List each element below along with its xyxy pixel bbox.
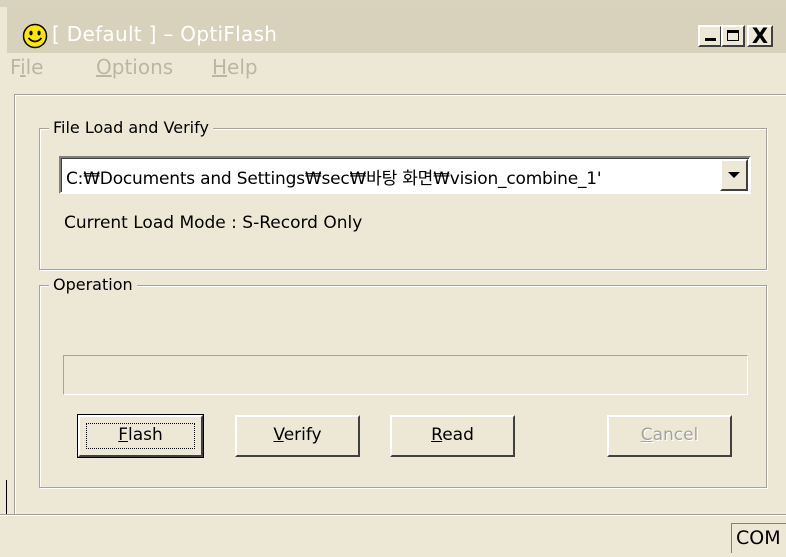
read-label-rest: ead bbox=[442, 425, 474, 445]
menu-options[interactable]: Options bbox=[96, 55, 173, 79]
file-path-combobox[interactable]: C:₩Documents and Settings₩sec₩바탕 화면₩visi… bbox=[59, 156, 751, 194]
chevron-down-icon bbox=[728, 172, 740, 178]
cancel-button[interactable]: Cancel bbox=[607, 415, 732, 457]
close-button[interactable]: X bbox=[747, 24, 773, 48]
operation-label: Operation bbox=[49, 274, 137, 296]
minimize-icon bbox=[705, 38, 716, 41]
screen-top-strip bbox=[0, 0, 786, 7]
menu-help-mnemonic: H bbox=[212, 55, 228, 79]
left-edge-shadow bbox=[6, 480, 7, 514]
menu-help-rest: elp bbox=[227, 55, 258, 79]
menu-options-mnemonic: O bbox=[96, 55, 112, 79]
read-mnemonic: R bbox=[431, 425, 443, 445]
combobox-dropdown-button[interactable] bbox=[720, 159, 748, 191]
verify-mnemonic: V bbox=[273, 425, 284, 445]
read-button[interactable]: Read bbox=[390, 415, 515, 457]
title-bar[interactable]: [ Default ] – OptiFlash X bbox=[7, 7, 786, 53]
status-separator-highlight bbox=[0, 515, 786, 516]
focus-rect bbox=[86, 423, 195, 449]
file-load-verify-label: File Load and Verify bbox=[49, 117, 213, 139]
file-path-value: C:₩Documents and Settings₩sec₩바탕 화면₩visi… bbox=[66, 169, 602, 189]
cancel-label-rest: ancel bbox=[652, 425, 699, 445]
maximize-icon bbox=[727, 30, 739, 41]
maximize-button[interactable] bbox=[721, 25, 745, 47]
progress-bar bbox=[63, 355, 748, 395]
status-bar: COM bbox=[0, 514, 786, 557]
load-mode-text: Current Load Mode : S-Record Only bbox=[64, 213, 363, 233]
window-title: [ Default ] – OptiFlash bbox=[52, 22, 278, 46]
verify-label-rest: erify bbox=[283, 425, 322, 445]
menu-file-prefix: F bbox=[10, 55, 21, 79]
menu-options-rest: ptions bbox=[111, 55, 174, 79]
file-load-verify-group: File Load and Verify bbox=[39, 117, 767, 270]
menu-file-rest: le bbox=[25, 55, 44, 79]
cancel-mnemonic: C bbox=[640, 425, 653, 445]
menu-help[interactable]: Help bbox=[212, 55, 258, 79]
verify-button[interactable]: Verify bbox=[235, 415, 360, 457]
flash-button[interactable]: Flash bbox=[77, 414, 204, 458]
status-port-panel: COM bbox=[731, 523, 786, 553]
minimize-button[interactable] bbox=[698, 25, 722, 47]
menu-file[interactable]: File bbox=[10, 55, 44, 79]
menu-bar: File Options Help bbox=[0, 53, 786, 87]
close-icon: X bbox=[751, 24, 769, 48]
smiley-icon bbox=[22, 23, 48, 49]
